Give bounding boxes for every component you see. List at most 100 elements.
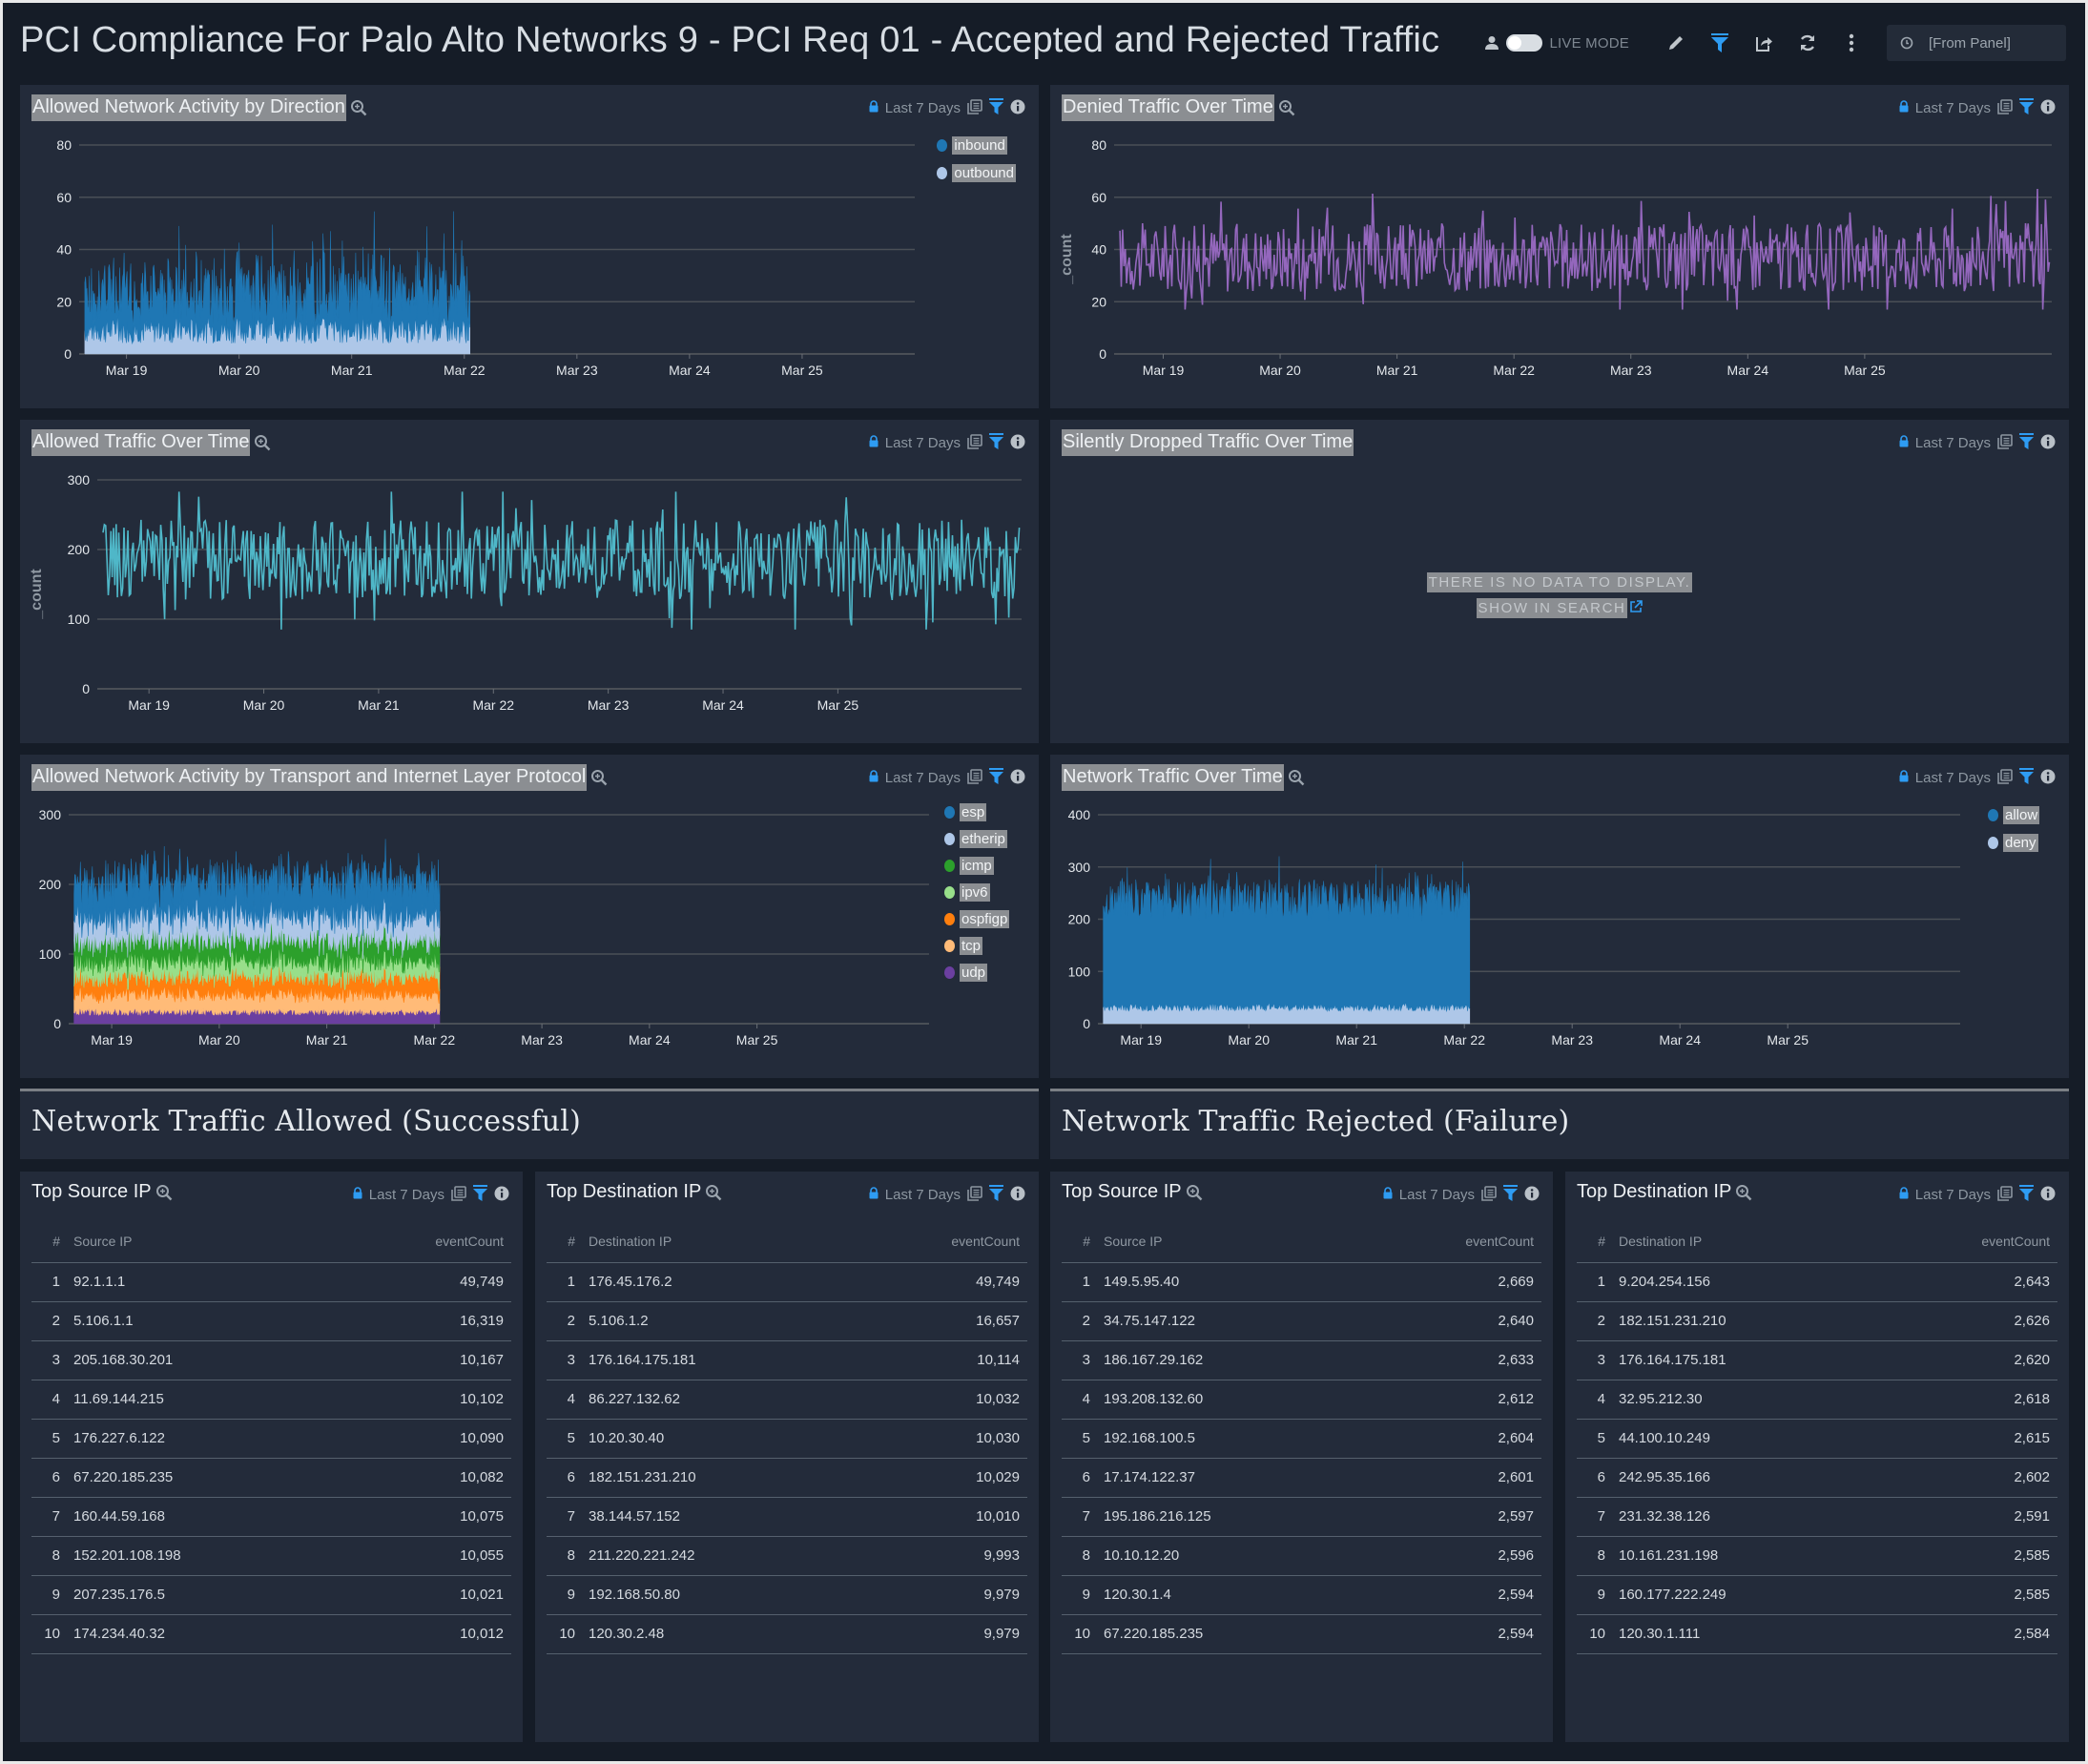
table-row[interactable]: 6 182.151.231.210 10,029 [547, 1458, 1027, 1498]
table-row[interactable]: 3 186.167.29.162 2,633 [1062, 1340, 1541, 1380]
table-row[interactable]: 5 44.100.10.249 2,615 [1577, 1419, 2057, 1459]
zoom-search-icon[interactable] [1186, 1184, 1203, 1201]
chart-allowed-activity-by-direction: 0 20 40 60 80 Mar 19 Mar 20 Mar 21 Mar 22 Mar 23 M… [56, 137, 915, 378]
table-row[interactable]: 6 17.174.122.37 2,601 [1062, 1458, 1541, 1498]
zoom-search-icon[interactable] [1735, 1184, 1752, 1201]
table-row[interactable]: 7 38.144.57.152 10,010 [547, 1497, 1027, 1537]
table-row[interactable]: 7 160.44.59.168 10,075 [31, 1497, 511, 1537]
legend-item-deny[interactable]: deny [1988, 833, 2039, 852]
legend-item-udp[interactable]: udp [944, 963, 1009, 982]
column-header-rank[interactable]: # [1577, 1221, 1619, 1263]
table-row[interactable]: 8 10.10.12.20 2,596 [1062, 1536, 1541, 1576]
legend-item-allow[interactable]: allow [1988, 805, 2040, 824]
copy-panel-icon[interactable] [1481, 1185, 1497, 1205]
table-row[interactable]: 3 176.164.175.181 2,620 [1577, 1340, 2057, 1380]
row-event-count: 2,643 [1875, 1262, 2057, 1302]
legend-item-inbound[interactable]: inbound [937, 135, 1016, 155]
table-row[interactable]: 5 176.227.6.122 10,090 [31, 1419, 511, 1459]
table-row[interactable]: 10 120.30.2.48 9,979 [547, 1614, 1027, 1654]
table-row[interactable]: 9 120.30.1.4 2,594 [1062, 1575, 1541, 1615]
legend-label: tcp [960, 936, 983, 955]
table-row[interactable]: 1 149.5.95.40 2,669 [1062, 1262, 1541, 1302]
table-row[interactable]: 7 231.32.38.126 2,591 [1577, 1497, 2057, 1537]
legend-item-outbound[interactable]: outbound [937, 163, 1016, 182]
x-tick-label: Mar 21 [1376, 363, 1418, 378]
info-icon[interactable] [2040, 434, 2056, 453]
table-row[interactable]: 10 120.30.1.111 2,584 [1577, 1614, 2057, 1654]
show-in-search-link[interactable]: SHOW IN SEARCH [1476, 598, 1628, 618]
table-row[interactable]: 9 207.235.176.5 10,021 [31, 1575, 511, 1615]
row-event-count: 2,640 [1359, 1301, 1541, 1341]
info-icon[interactable] [494, 1186, 509, 1205]
column-header-rank[interactable]: # [547, 1221, 589, 1263]
panel-meta: Last 7 Days [869, 1185, 1025, 1205]
filter-icon[interactable] [1503, 1185, 1518, 1205]
column-header-rank[interactable]: # [31, 1221, 73, 1263]
more-options-icon[interactable] [1830, 24, 1873, 62]
zoom-search-icon[interactable] [155, 1184, 173, 1201]
table-row[interactable]: 8 10.161.231.198 2,585 [1577, 1536, 2057, 1576]
filter-icon[interactable] [989, 1185, 1003, 1205]
filter-icon[interactable] [2019, 433, 2034, 453]
share-icon[interactable] [1742, 24, 1786, 62]
external-link-icon[interactable] [1629, 599, 1644, 617]
zoom-search-icon[interactable] [705, 1184, 722, 1201]
copy-panel-icon[interactable] [451, 1185, 466, 1205]
column-header-event-count[interactable]: eventCount [1875, 1221, 2057, 1263]
table-row[interactable]: 9 192.168.50.80 9,979 [547, 1575, 1027, 1615]
table-row[interactable]: 4 11.69.144.215 10,102 [31, 1380, 511, 1420]
table-row[interactable]: 9 160.177.222.249 2,585 [1577, 1575, 2057, 1615]
filter-icon[interactable] [1698, 24, 1742, 62]
table-row[interactable]: 3 176.164.175.181 10,114 [547, 1340, 1027, 1380]
column-header-ip[interactable]: Source IP [73, 1221, 330, 1263]
table-row[interactable]: 2 34.75.147.122 2,640 [1062, 1301, 1541, 1341]
legend-item-ospfigp[interactable]: ospfigp [944, 909, 1010, 928]
copy-panel-icon[interactable] [1997, 433, 2013, 453]
table-row[interactable]: 6 242.95.35.166 2,602 [1577, 1458, 2057, 1498]
table-row[interactable]: 3 205.168.30.201 10,167 [31, 1340, 511, 1380]
table-row[interactable]: 1 92.1.1.1 49,749 [31, 1262, 511, 1302]
copy-panel-icon[interactable] [1997, 1185, 2013, 1205]
info-icon[interactable] [1524, 1186, 1540, 1205]
filter-icon[interactable] [2019, 1185, 2034, 1205]
refresh-icon[interactable] [1786, 24, 1830, 62]
table-row[interactable]: 4 193.208.132.60 2,612 [1062, 1380, 1541, 1420]
column-header-event-count[interactable]: eventCount [1359, 1221, 1541, 1263]
legend-item-esp[interactable]: esp [944, 802, 1009, 821]
column-header-ip[interactable]: Destination IP [589, 1221, 846, 1263]
table-row[interactable]: 4 86.227.132.62 10,032 [547, 1380, 1027, 1420]
info-icon[interactable] [1010, 1186, 1025, 1205]
column-header-event-count[interactable]: eventCount [329, 1221, 511, 1263]
legend-item-tcp[interactable]: tcp [944, 936, 1009, 955]
column-header-ip[interactable]: Destination IP [1619, 1221, 1876, 1263]
table-row[interactable]: 7 195.186.216.125 2,597 [1062, 1497, 1541, 1537]
row-ip: 207.235.176.5 [73, 1575, 330, 1615]
table-row[interactable]: 2 5.106.1.2 16,657 [547, 1301, 1027, 1341]
filter-icon[interactable] [473, 1185, 487, 1205]
table-row[interactable]: 6 67.220.185.235 10,082 [31, 1458, 511, 1498]
table-row[interactable]: 2 5.106.1.1 16,319 [31, 1301, 511, 1341]
x-tick-label: Mar 25 [1767, 1032, 1809, 1048]
table-row[interactable]: 5 192.168.100.5 2,604 [1062, 1419, 1541, 1459]
legend-item-ipv6[interactable]: ipv6 [944, 882, 1009, 902]
time-range-picker[interactable]: [From Panel] [1887, 25, 2066, 61]
edit-pencil-icon[interactable] [1654, 24, 1698, 62]
info-icon[interactable] [2040, 1186, 2056, 1205]
table-row[interactable]: 2 182.151.231.210 2,626 [1577, 1301, 2057, 1341]
legend-item-etherip[interactable]: etherip [944, 829, 1009, 848]
table-row[interactable]: 8 152.201.108.198 10,055 [31, 1536, 511, 1576]
table-row[interactable]: 1 9.204.254.156 2,643 [1577, 1262, 2057, 1302]
legend-item-icmp[interactable]: icmp [944, 856, 1009, 875]
column-header-event-count[interactable]: eventCount [845, 1221, 1027, 1263]
live-mode-toggle[interactable] [1505, 34, 1542, 52]
table-row[interactable]: 5 10.20.30.40 10,030 [547, 1419, 1027, 1459]
column-header-rank[interactable]: # [1062, 1221, 1104, 1263]
live-mode-control[interactable]: LIVE MODE [1484, 34, 1630, 52]
table-row[interactable]: 8 211.220.221.242 9,993 [547, 1536, 1027, 1576]
table-row[interactable]: 10 174.234.40.32 10,012 [31, 1614, 511, 1654]
column-header-ip[interactable]: Source IP [1104, 1221, 1360, 1263]
table-row[interactable]: 10 67.220.185.235 2,594 [1062, 1614, 1541, 1654]
table-row[interactable]: 1 176.45.176.2 49,749 [547, 1262, 1027, 1302]
table-row[interactable]: 4 32.95.212.30 2,618 [1577, 1380, 2057, 1420]
copy-panel-icon[interactable] [967, 1185, 982, 1205]
